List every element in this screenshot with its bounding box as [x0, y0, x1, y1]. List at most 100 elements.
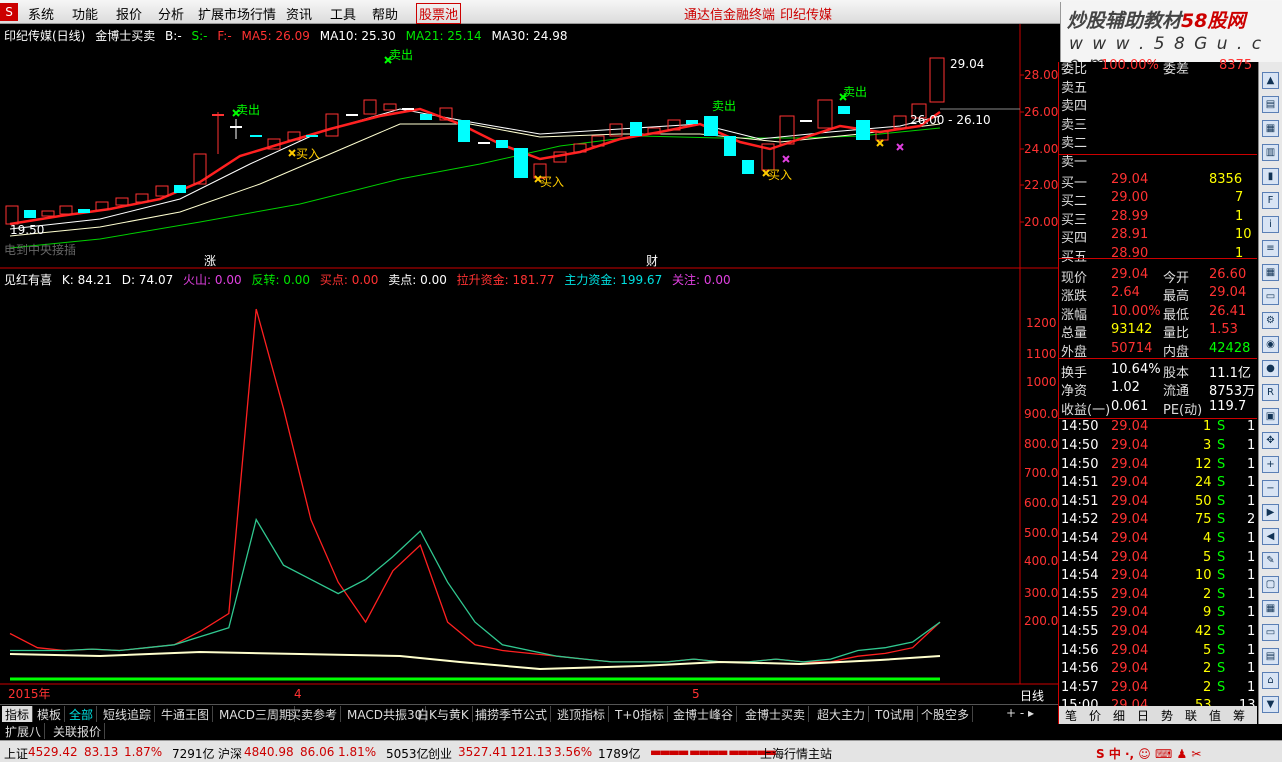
tick-row-cell: 14:50 — [1061, 456, 1099, 472]
chart2-icon[interactable]: ▤ — [1262, 648, 1279, 665]
indicator-tab[interactable]: T+0指标 — [612, 706, 669, 722]
indicator-tab[interactable]: 买卖参考 — [286, 706, 342, 722]
pen-icon[interactable]: ✎ — [1262, 552, 1279, 569]
indicator-tab[interactable]: 超大主力 — [814, 706, 870, 722]
quote-top-row-cell: 8375 — [1219, 58, 1253, 73]
detail-tab[interactable]: 日 — [1137, 707, 1149, 724]
status-sz-label: 沪深 — [218, 747, 243, 761]
menu-quote[interactable]: 报价 — [116, 4, 142, 23]
prev-icon[interactable]: ◀ — [1262, 528, 1279, 545]
quote-buy-row-cell: 29.00 — [1111, 190, 1149, 206]
move-icon[interactable]: ✥ — [1262, 432, 1279, 449]
menu-analysis[interactable]: 分析 — [158, 4, 184, 23]
info-icon[interactable]: i — [1262, 216, 1279, 233]
tick-row-cell: 29.04 — [1111, 531, 1149, 546]
input-method-icon[interactable]: S 中 ·, ☺ ⌨ ♟ ✂ — [1096, 745, 1201, 762]
table-icon[interactable]: ▦ — [1262, 264, 1279, 281]
menu-tools[interactable]: 工具 — [330, 4, 356, 23]
menu-stock-pool[interactable]: 股票池 — [416, 3, 462, 24]
sell-label-1: 卖出 — [236, 103, 260, 117]
indicator-tab[interactable]: MACD三周期 — [216, 706, 295, 722]
ind-axis-500: 500.00 — [1024, 526, 1058, 540]
grid2-icon[interactable]: ▦ — [1262, 600, 1279, 617]
chart-icon[interactable]: ▤ — [1262, 96, 1279, 113]
zoom-in-icon[interactable]: + — [1262, 456, 1279, 473]
indicator-tab[interactable]: 逃顶指标 — [554, 706, 610, 722]
status-station[interactable]: 上海行情主站 — [760, 745, 832, 762]
indicator-tab[interactable]: 个股空多 — [918, 706, 974, 722]
event-mark-2: 财 — [646, 254, 658, 268]
ind-axis-600: 600.00 — [1024, 496, 1058, 510]
detail-tab[interactable]: 值 — [1209, 707, 1221, 724]
indicator-tab[interactable]: 牛通王图 — [158, 706, 214, 722]
detail-tab[interactable]: 价 — [1089, 707, 1101, 724]
menu-extended-market[interactable]: 扩展市场行情 — [198, 4, 276, 23]
menu-help[interactable]: 帮助 — [372, 4, 398, 23]
quote-stat2-row-cell: 119.7 — [1209, 398, 1247, 414]
bars-icon[interactable]: ▥ — [1262, 144, 1279, 161]
menu-system[interactable]: 系统 — [28, 4, 54, 23]
indicator-tab[interactable]: 指标 — [2, 706, 34, 722]
chart-area[interactable]: 印纪传媒(日线) 金博士买卖 B:- S:- F:- MA5: 26.09 MA… — [0, 24, 1058, 704]
tick-row-cell: 1 — [1247, 679, 1256, 695]
home-icon[interactable]: ⌂ — [1262, 672, 1279, 689]
ext-tab[interactable]: 关联报价 — [50, 723, 106, 739]
ma10-line — [9, 108, 941, 230]
tick-row-cell: 2 — [1203, 679, 1212, 695]
candle-icon[interactable]: ▮ — [1262, 168, 1279, 185]
ind-axis-800: 800.00 — [1024, 437, 1058, 451]
f10-icon[interactable]: F — [1262, 192, 1279, 209]
quote-sell-row-cell: 卖四 — [1061, 99, 1088, 115]
settings-icon[interactable]: ⚙ — [1262, 312, 1279, 329]
date-year: 2015年 — [8, 687, 51, 701]
indicator-tab[interactable]: 全部 — [66, 706, 98, 722]
zoom-out-icon[interactable]: − — [1262, 480, 1279, 497]
tab-scroll-controls[interactable]: + - ▸ — [1006, 706, 1034, 720]
menu-function[interactable]: 功能 — [72, 4, 98, 23]
quote-stat-row-cell: 涨幅 — [1061, 307, 1088, 323]
indicator-tab[interactable]: 金博士峰谷 — [670, 706, 738, 722]
quote-top-row-cell: 委差 — [1163, 62, 1190, 77]
down-arrow-icon[interactable]: ▼ — [1262, 696, 1279, 713]
detail-tabs: 笔价细日势联值筹 — [1059, 706, 1257, 724]
indicator-tab[interactable]: 金博士买卖 — [742, 706, 810, 722]
ind-axis-300: 300.00 — [1024, 586, 1058, 600]
window-icon[interactable]: ▭ — [1262, 624, 1279, 641]
menu-news[interactable]: 资讯 — [286, 4, 312, 23]
indicator-tab[interactable]: T0试用 — [872, 706, 918, 722]
green-circle-icon[interactable]: ● — [1262, 360, 1279, 377]
globe-icon[interactable]: ◉ — [1262, 336, 1279, 353]
next-icon[interactable]: ▶ — [1262, 504, 1279, 521]
tick-row-cell: 29.04 — [1111, 419, 1149, 435]
doc-icon[interactable]: ▭ — [1262, 288, 1279, 305]
quote-stat-row: 涨幅 10.00% 最低 26.41 — [1059, 304, 1257, 323]
quote-separator — [1059, 418, 1257, 419]
indicator-tab[interactable]: 捕捞季节公式 — [472, 706, 552, 722]
tick-row-cell: 1 — [1247, 568, 1256, 584]
indicator-tab[interactable]: 白K与黄K — [414, 706, 473, 722]
ma21-line — [9, 123, 941, 237]
tick-row-cell: 29.04 — [1111, 456, 1149, 472]
grid-icon[interactable]: ▦ — [1262, 120, 1279, 137]
status-cy-pct: 3.56% — [554, 745, 593, 759]
tick-row-cell: 14:54 — [1061, 549, 1099, 565]
list-icon[interactable]: ≡ — [1262, 240, 1279, 257]
detail-tab[interactable]: 笔 — [1065, 707, 1077, 724]
up-arrow-icon[interactable]: ▲ — [1262, 72, 1279, 89]
book-icon[interactable]: ▣ — [1262, 408, 1279, 425]
detail-tab[interactable]: 细 — [1113, 707, 1125, 724]
detail-tab[interactable]: 势 — [1161, 707, 1173, 724]
period-label: 日线 — [1020, 689, 1044, 703]
detail-tab[interactable]: 筹 — [1233, 707, 1245, 724]
indicator-tab[interactable]: 模板 — [34, 706, 66, 722]
quote-buy-row-cell: 8356 — [1209, 171, 1243, 187]
fullscreen-icon[interactable]: ▢ — [1262, 576, 1279, 593]
indicator-tab[interactable]: 短线追踪 — [100, 706, 156, 722]
detail-tab[interactable]: 联 — [1185, 707, 1197, 724]
rss-icon[interactable]: R — [1262, 384, 1279, 401]
quote-stat2-row-cell: 净资 — [1061, 384, 1088, 400]
price-axis-26: 26.00 — [1024, 105, 1058, 119]
ind-d: D: 74.07 — [121, 273, 174, 287]
ind-axis-200: 200.00 — [1024, 614, 1058, 628]
ext-tab[interactable]: 扩展八 — [2, 723, 46, 739]
